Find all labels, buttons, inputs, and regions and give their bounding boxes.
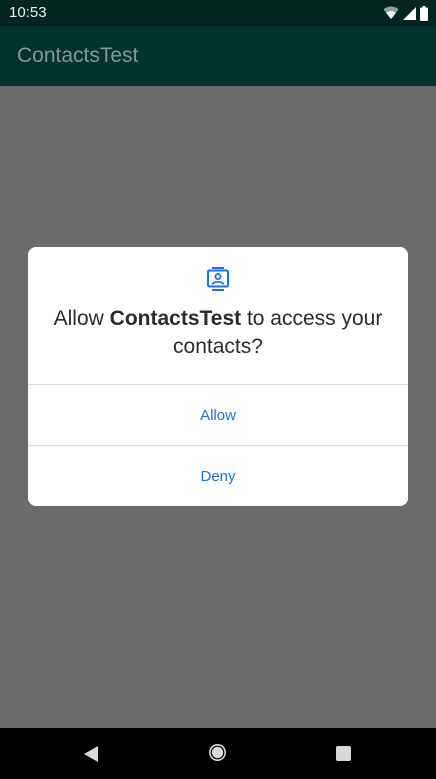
- message-app-name: ContactsTest: [109, 307, 242, 330]
- back-icon[interactable]: [83, 745, 99, 763]
- dialog-message: Allow ContactsTest to access your contac…: [48, 305, 388, 361]
- deny-button[interactable]: Deny: [28, 446, 408, 506]
- app-bar: ContactsTest: [0, 26, 436, 86]
- status-bar: 10:53: [0, 0, 436, 26]
- home-icon[interactable]: [208, 743, 227, 762]
- status-time: 10:53: [9, 4, 47, 21]
- message-prefix: Allow: [53, 307, 110, 330]
- navigation-bar: [0, 728, 436, 779]
- status-icons: [383, 5, 428, 21]
- recents-icon[interactable]: [336, 746, 351, 761]
- contacts-icon: [207, 267, 229, 291]
- wifi-icon: [383, 6, 399, 19]
- allow-button[interactable]: Allow: [28, 385, 408, 445]
- battery-icon: [420, 5, 428, 21]
- signal-icon: [403, 6, 416, 20]
- app-title: ContactsTest: [17, 44, 139, 67]
- permission-dialog: Allow ContactsTest to access your contac…: [28, 247, 408, 506]
